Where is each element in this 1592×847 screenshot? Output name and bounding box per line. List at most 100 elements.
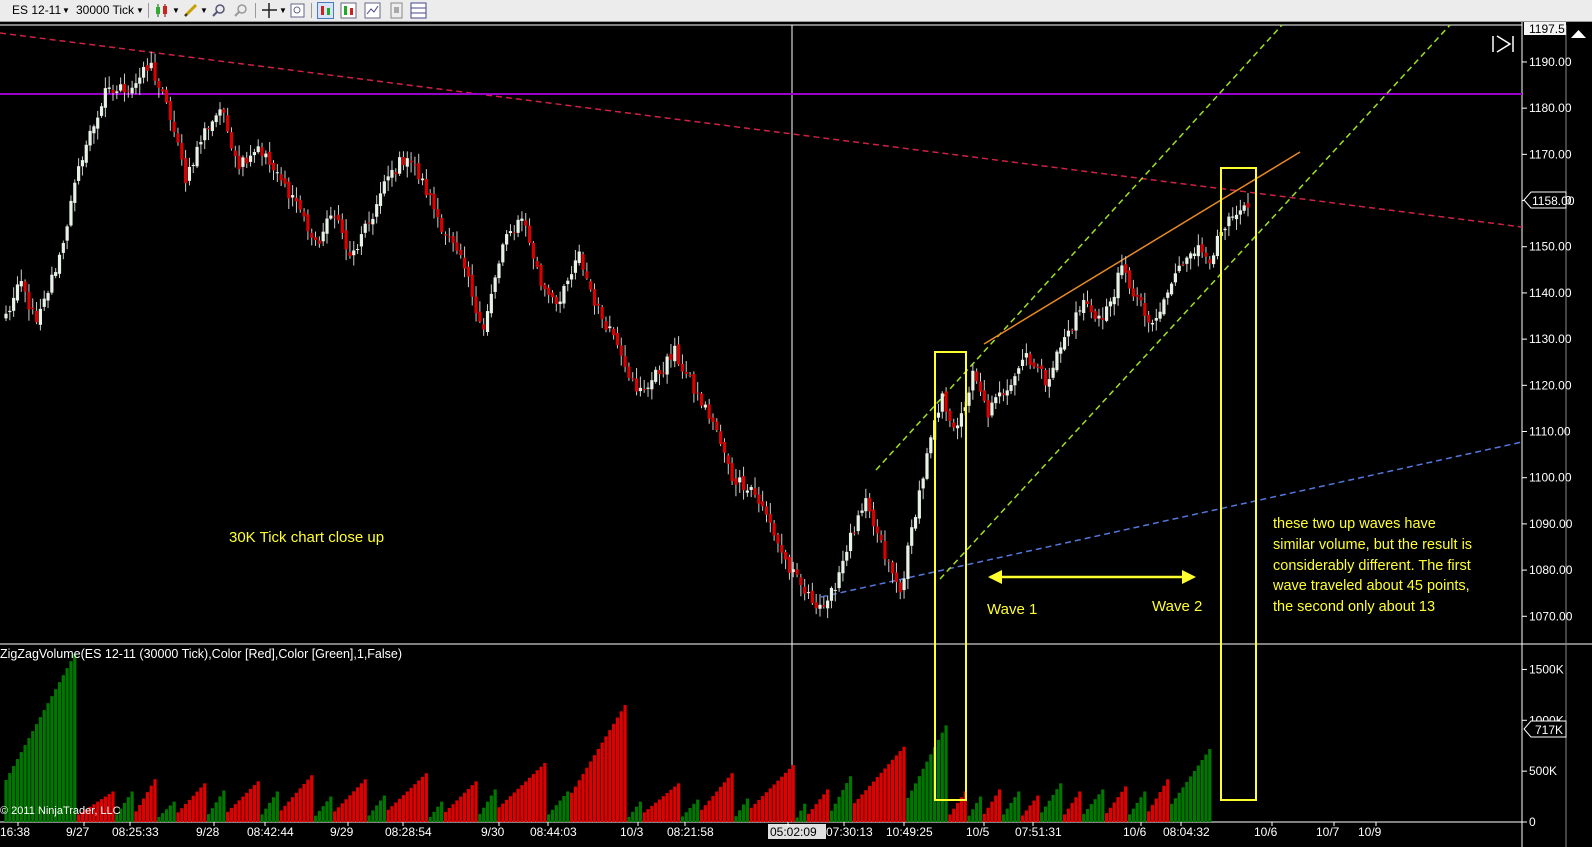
candle-up — [1158, 311, 1162, 319]
price-tick-label: 1180.00 — [1529, 101, 1572, 115]
candle-up — [141, 66, 146, 78]
volume-bar-up — [130, 791, 134, 822]
volume-bar-up — [1059, 783, 1063, 822]
wave2-highlight-box[interactable] — [1220, 167, 1257, 801]
zoom-in-icon[interactable] — [210, 2, 227, 19]
volume-bar-up — [917, 776, 921, 822]
volume-bar-up — [1181, 787, 1185, 822]
volume-bar-up — [126, 797, 130, 822]
candle-up — [906, 545, 910, 579]
candle-down — [768, 514, 772, 523]
candle-up — [806, 592, 811, 594]
candle-down — [657, 370, 662, 375]
candle-down — [982, 390, 986, 401]
volume-bar-up — [1043, 806, 1048, 822]
bar-style-dropdown-icon[interactable]: ▼ — [172, 0, 180, 21]
volume-bar-down — [1020, 815, 1025, 822]
crosshair-icon[interactable] — [261, 2, 278, 19]
chart-properties-icon[interactable] — [317, 2, 334, 19]
candle-down — [627, 366, 631, 378]
volume-bar-down — [501, 803, 505, 822]
volume-bar-up — [1196, 765, 1200, 822]
candle-down — [585, 271, 589, 279]
candle-down — [676, 344, 681, 365]
bar-style-icon[interactable] — [154, 2, 171, 19]
volume-bar-down — [1112, 802, 1116, 822]
volume-bar-up — [741, 804, 746, 822]
volume-tick-label: 500K — [1529, 764, 1557, 778]
candle-down — [527, 225, 532, 243]
time-axis[interactable]: 16:38 9/27 08:25:33 9/28 08:42:44 9/29 08:28:5… — [0, 822, 1382, 839]
candle-down — [719, 431, 723, 445]
candle-up — [96, 117, 100, 129]
period-selector[interactable]: 30000 Tick — [76, 0, 134, 21]
volume-bar-up — [1177, 792, 1181, 822]
volume-bar-down — [715, 791, 719, 822]
strategies-icon[interactable] — [364, 2, 381, 19]
candle-down — [883, 540, 887, 560]
candle-up — [566, 280, 570, 285]
candle-up — [12, 297, 16, 311]
indicators-icon[interactable] — [340, 2, 357, 19]
candle-up — [1231, 216, 1235, 218]
candle-up — [38, 308, 42, 325]
candle-up — [921, 478, 925, 489]
candle-down — [279, 174, 283, 181]
candle-down — [394, 172, 398, 175]
volume-bar-down — [596, 748, 600, 822]
chart-area[interactable]: 30K Tick chart close up Wave 1 Wave 2 th… — [0, 22, 1592, 847]
scroll-up-icon[interactable] — [1571, 30, 1586, 38]
candle-up — [1196, 245, 1200, 257]
candle-down — [512, 232, 516, 234]
draw-pencil-icon[interactable] — [182, 2, 199, 19]
candle-up — [902, 578, 906, 591]
candle-down — [604, 321, 608, 330]
volume-bar-up — [1093, 799, 1097, 822]
time-tick-label: 10:49:25 — [886, 825, 933, 839]
data-box-icon[interactable] — [289, 2, 306, 19]
volume-bar-up — [1082, 813, 1086, 822]
candle-down — [543, 284, 547, 290]
time-tick-label: 10/7 — [1316, 825, 1340, 839]
candle-up — [1097, 315, 1101, 319]
volume-bar-down — [401, 795, 406, 822]
volume-bar-down — [894, 755, 899, 822]
candle-down — [157, 80, 161, 88]
candle-down — [550, 292, 555, 298]
candle-down — [615, 333, 620, 346]
price-axis[interactable]: 1190.001180.001170.001160.001150.001140.… — [1522, 55, 1573, 623]
instrument-dropdown-icon[interactable]: ▼ — [62, 0, 70, 21]
candle-up — [352, 250, 356, 256]
volume-bar-up — [329, 796, 333, 822]
volume-bar-down — [826, 789, 830, 822]
candle-up — [1154, 318, 1158, 321]
volume-bar-down — [340, 803, 344, 822]
volume-bar-up — [944, 725, 948, 822]
volume-bar-up — [260, 814, 264, 822]
volume-axis[interactable]: 1500K1000K500K0 — [1522, 662, 1564, 829]
period-dropdown-icon[interactable]: ▼ — [136, 0, 144, 21]
wedge-line[interactable] — [983, 151, 1301, 345]
candle-down — [581, 254, 585, 270]
zoom-out-icon[interactable] — [232, 2, 249, 19]
volume-bar-down — [703, 805, 707, 822]
multi-panel-icon[interactable] — [410, 2, 427, 19]
volume-bar-up — [627, 816, 631, 822]
instrument-selector[interactable]: ES 12-11 — [12, 0, 61, 21]
auto-scroll-icon[interactable] — [1492, 35, 1514, 53]
candle-up — [1108, 301, 1113, 307]
channel-lower-line[interactable] — [939, 24, 1451, 580]
candle-down — [799, 577, 803, 586]
volume-bar-down — [287, 801, 291, 822]
volume-bar-down — [608, 730, 612, 822]
templates-icon[interactable] — [388, 2, 405, 19]
candle-down — [27, 291, 31, 310]
candle-down — [34, 310, 39, 323]
crosshair-dropdown-icon[interactable]: ▼ — [279, 0, 287, 21]
price-tick-label: 1110.00 — [1529, 425, 1571, 439]
volume-bar-down — [252, 785, 256, 822]
volume-bar-down — [184, 804, 188, 822]
volume-bar-down — [1032, 800, 1036, 822]
draw-dropdown-icon[interactable]: ▼ — [200, 0, 208, 21]
volume-bar-up — [1204, 754, 1208, 822]
